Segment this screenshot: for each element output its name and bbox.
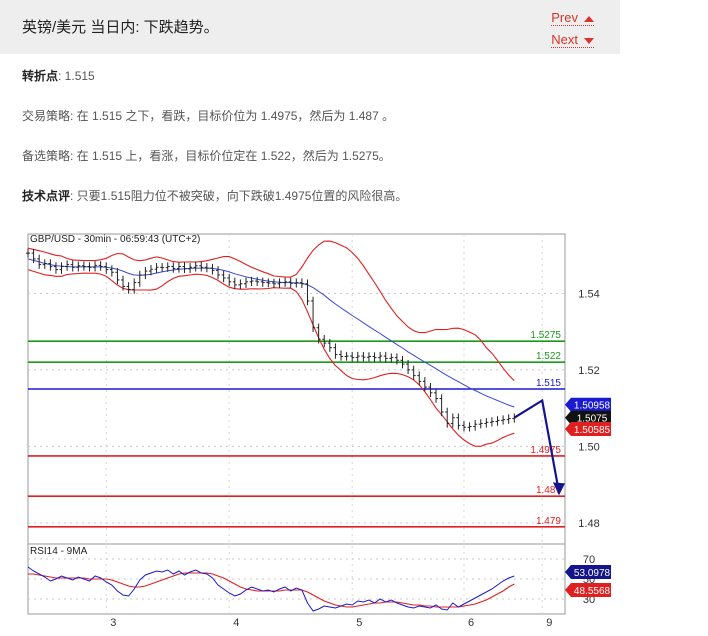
rsi-line (27, 566, 515, 612)
prev-link[interactable]: Prev (551, 11, 594, 26)
level-label: 1.4975 (530, 445, 561, 456)
time-tick-label: 5 (356, 617, 362, 629)
page-title: 英镑/美元 当日内: 下跌趋势。 (22, 19, 219, 36)
time-tick-label: 3 (110, 617, 116, 629)
price-tick-label: 1.50 (578, 441, 599, 453)
rsi-title: RSI14 - 9MA (30, 546, 88, 557)
rsi-value-label: 48.5568 (574, 586, 611, 597)
time-tick-label: 4 (233, 617, 239, 629)
level-label: 1.479 (536, 516, 561, 527)
prev-label[interactable]: Prev (551, 10, 578, 25)
page-header: 英镑/美元 当日内: 下跌趋势。 Prev Next (0, 0, 620, 54)
level-label: 1.522 (536, 351, 561, 362)
alternative-label: 备选策略 (22, 149, 71, 163)
price-tick-label: 1.54 (578, 288, 599, 300)
next-link[interactable]: Next (551, 33, 594, 48)
price-tag-label: 1.50958 (574, 401, 611, 412)
alternative-text: : 在 1.515 上，看涨，目标价位定在 1.522，然后为 1.5275。 (70, 149, 391, 163)
chart-title: GBP/USD - 30min - 06:59:43 (UTC+2) (30, 234, 200, 245)
arrow-down-icon (584, 37, 594, 44)
comment-label: 技术点评 (22, 189, 71, 203)
rsi-tick-label: 70 (583, 554, 595, 566)
arrow-up-icon (584, 15, 594, 22)
price-tick-label: 1.52 (578, 365, 599, 377)
moving-average-line (27, 258, 515, 408)
time-tick-label: 6 (468, 617, 474, 629)
pivot-paragraph: 转折点: 1.515 (22, 67, 95, 84)
bollinger-lower-band (27, 269, 515, 447)
strategy-text: : 在 1.515 之下，看跌，目标价位为 1.4975，然后为 1.487 。 (70, 109, 395, 123)
price-chart: GBP/USD - 30min - 06:59:43 (UTC+2) 1.5275… (26, 233, 611, 629)
rsi-value-label: 53.0978 (574, 568, 611, 579)
strategy-label: 交易策略 (22, 109, 71, 123)
price-tag-label: 1.50585 (574, 425, 611, 436)
comment-paragraph: 技术点评: 只要1.515阻力位不被突破，向下跌破1.4975位置的风险很高。 (22, 187, 407, 204)
time-tick-label: 9 (546, 617, 552, 629)
strategy-paragraph: 交易策略: 在 1.515 之下，看跌，目标价位为 1.4975，然后为 1.4… (22, 107, 394, 124)
next-label[interactable]: Next (551, 32, 578, 47)
level-label: 1.515 (536, 378, 561, 389)
pivot-value: : 1.515 (58, 69, 95, 83)
price-tick-label: 1.48 (578, 518, 599, 530)
pivot-label: 转折点 (22, 69, 59, 83)
comment-text: : 只要1.515阻力位不被突破，向下跌破1.4975位置的风险很高。 (70, 189, 408, 203)
alternative-paragraph: 备选策略: 在 1.515 上，看涨，目标价位定在 1.522，然后为 1.52… (22, 147, 391, 164)
level-label: 1.5275 (530, 330, 561, 341)
